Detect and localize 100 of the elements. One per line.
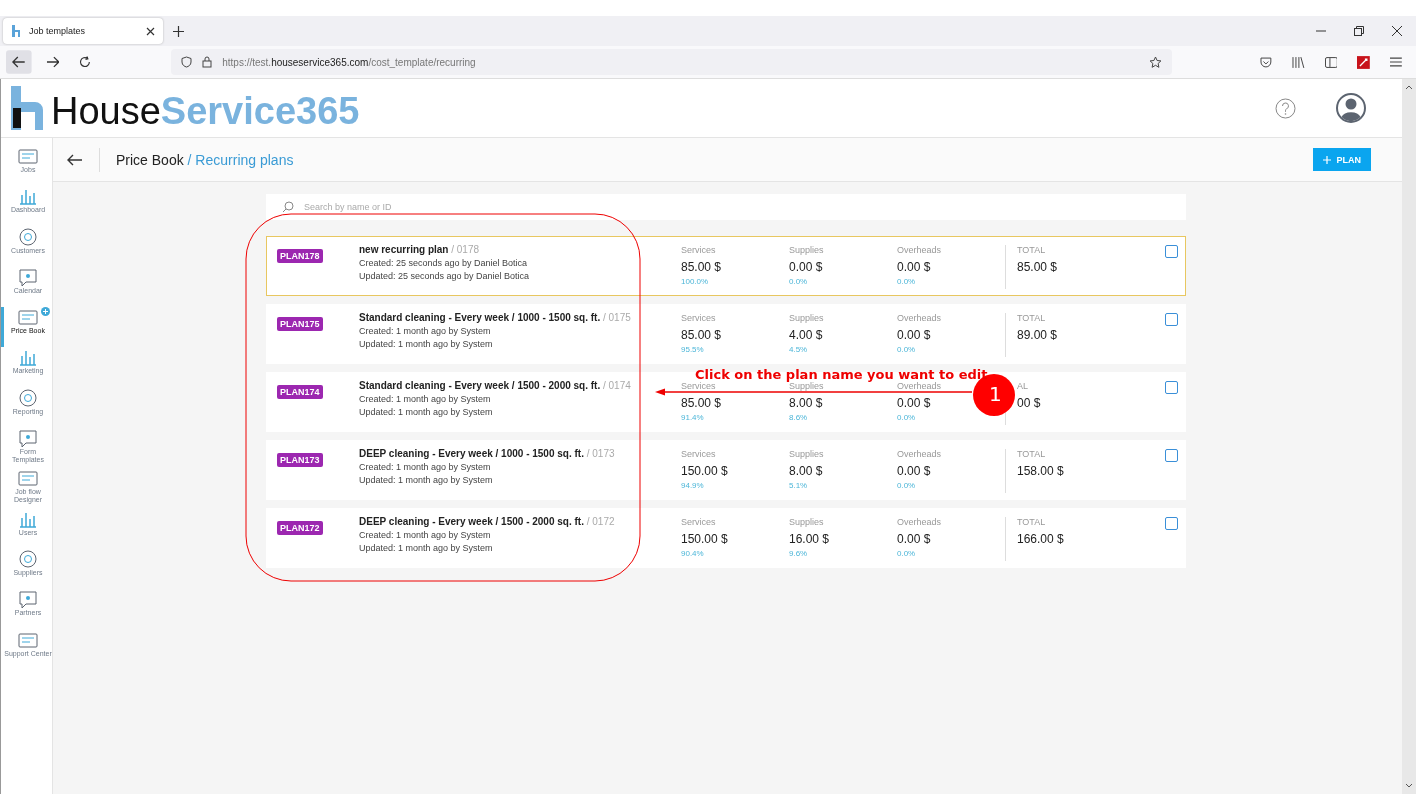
plan-card[interactable]: [266, 440, 1186, 500]
cost-label: Overheads: [897, 313, 943, 323]
checkbox[interactable]: [1165, 313, 1178, 326]
restore-icon[interactable]: [1354, 26, 1364, 36]
pocket-icon[interactable]: [1259, 56, 1272, 68]
back-arrow-icon[interactable]: [67, 153, 83, 166]
sidebar-icon[interactable]: [1324, 56, 1338, 68]
cost-value: 0.00 $: [897, 396, 932, 410]
cost-value: 0.00 $: [897, 260, 932, 274]
checkbox[interactable]: [1165, 449, 1178, 462]
help-icon[interactable]: [1275, 97, 1296, 119]
cost-value: 150.00 $: [681, 464, 729, 478]
star-icon[interactable]: [1148, 55, 1162, 69]
url-text: https://test.houseservice365.com/cost_template/recurring: [222, 56, 476, 68]
cost-value: 85.00 $: [681, 396, 723, 410]
checkbox[interactable]: [1165, 245, 1178, 258]
cost-value: 0.00 $: [897, 532, 932, 546]
nav-icon: [17, 548, 39, 569]
total-value: 158.00 $: [1017, 464, 1065, 478]
logo-icon: [11, 24, 23, 38]
scroll-up-icon[interactable]: [1405, 85, 1413, 90]
total-label: AL: [1017, 381, 1029, 391]
nav-icon: [17, 468, 39, 489]
nav-icon: [17, 589, 39, 610]
cost-value: 85.00 $: [681, 260, 723, 274]
logo-icon: [9, 86, 45, 130]
cost-share: 0.0%: [897, 413, 917, 422]
updated-text: Updated: 1 month ago by System: [359, 543, 494, 553]
nav-icon: [17, 226, 39, 247]
search-icon: [282, 201, 294, 213]
cost-share: 95.5%: [681, 345, 705, 354]
cost-value: 8.00 $: [789, 396, 824, 410]
plan-name[interactable]: new recurring plan / 0178: [359, 244, 681, 255]
scrollbar[interactable]: [1402, 79, 1416, 794]
avatar-icon[interactable]: [1336, 93, 1366, 123]
plan-code-badge: PLAN178: [277, 249, 323, 263]
checkbox[interactable]: [1165, 517, 1178, 530]
plan-code-badge: PLAN175: [277, 317, 323, 331]
scroll-down-icon[interactable]: [1405, 783, 1413, 788]
cost-label: Overheads: [897, 245, 943, 255]
nav-icon: [17, 307, 39, 328]
address-bar[interactable]: https://test.houseservice365.com/cost_template/recurring: [171, 49, 1172, 75]
plan-name[interactable]: DEEP cleaning - Every week / 1500 - 2000 sq. ft. / 0172: [359, 516, 681, 527]
total-value: 85.00 $: [1017, 260, 1059, 274]
cost-label: Services: [681, 245, 717, 255]
reload-icon[interactable]: [79, 56, 92, 68]
close-icon[interactable]: [146, 26, 155, 36]
updated-text: Updated: 1 month ago by System: [359, 339, 494, 349]
cost-share: 0.0%: [897, 549, 917, 558]
created-text: Created: 1 month ago by System: [359, 462, 492, 472]
search-field[interactable]: Search by name or ID: [266, 194, 1186, 220]
cost-label: Services: [681, 449, 717, 459]
cost-label: Supplies: [789, 245, 825, 255]
cost-share: 100.0%: [681, 277, 710, 286]
cost-value: 16.00 $: [789, 532, 831, 546]
total-value: 00 $: [1017, 396, 1042, 410]
cost-share: 0.0%: [897, 345, 917, 354]
plan-card[interactable]: [266, 508, 1186, 568]
new-tab-icon[interactable]: [173, 25, 184, 37]
cost-share: 0.0%: [897, 277, 917, 286]
plan-name[interactable]: Standard cleaning - Every week / 1500 - 2000 sq. ft. / 0174: [359, 380, 681, 391]
cost-share: 5.1%: [789, 481, 809, 490]
cost-label: Services: [681, 381, 717, 391]
cost-label: Supplies: [789, 517, 825, 527]
forward-icon[interactable]: [45, 56, 60, 68]
updated-text: Updated: 1 month ago by System: [359, 475, 494, 485]
created-text: Created: 1 month ago by System: [359, 326, 492, 336]
cost-share: 9.6%: [789, 549, 809, 558]
cost-label: Supplies: [789, 313, 825, 323]
cost-value: 0.00 $: [897, 328, 932, 342]
cost-label: Overheads: [897, 449, 943, 459]
total-label: TOTAL: [1017, 313, 1047, 323]
callout-text: Click on the plan name you want to edit: [695, 367, 988, 382]
cost-label: Services: [681, 517, 717, 527]
lock-icon: [202, 56, 213, 68]
back-icon[interactable]: [6, 50, 32, 74]
total-value: 166.00 $: [1017, 532, 1065, 546]
created-text: Created: 25 seconds ago by Daniel Botica: [359, 258, 529, 268]
close-icon[interactable]: [1392, 26, 1402, 36]
total-label: TOTAL: [1017, 449, 1047, 459]
cost-value: 8.00 $: [789, 464, 824, 478]
cost-label: Supplies: [789, 381, 825, 391]
plan-name[interactable]: Standard cleaning - Every week / 1000 - 1500 sq. ft. / 0175: [359, 312, 681, 323]
plan-name[interactable]: DEEP cleaning - Every week / 1000 - 1500 sq. ft. / 0173: [359, 448, 681, 459]
cost-share: 4.5%: [789, 345, 809, 354]
plan-code-badge: PLAN172: [277, 521, 323, 535]
extension-icon[interactable]: [1357, 55, 1371, 69]
cost-share: 0.0%: [789, 277, 809, 286]
plan-card[interactable]: PLAN178 new recurring plan / 0178 Created: 25 seconds ago by Daniel Botica Updated: 25 seconds ago by Daniel Botica Services 85.00 $ 100.0% Supplies 0.00 $ 0.0% Overheads 0.00 $ 0.0% TOTAL 85.00 $: [266, 236, 1186, 296]
browser-tab[interactable]: Job templates: [3, 18, 163, 44]
cost-share: 0.0%: [897, 481, 917, 490]
menu-icon[interactable]: [1390, 57, 1402, 67]
checkbox[interactable]: [1165, 381, 1178, 394]
add-plan-button[interactable]: PLAN: [1312, 148, 1371, 171]
plan-card[interactable]: [266, 304, 1186, 364]
cost-share: 8.6%: [789, 413, 809, 422]
library-icon[interactable]: [1291, 56, 1305, 68]
cost-label: Overheads: [897, 381, 943, 391]
total-value: 89.00 $: [1017, 328, 1059, 342]
plan-code-badge: PLAN174: [277, 385, 323, 399]
